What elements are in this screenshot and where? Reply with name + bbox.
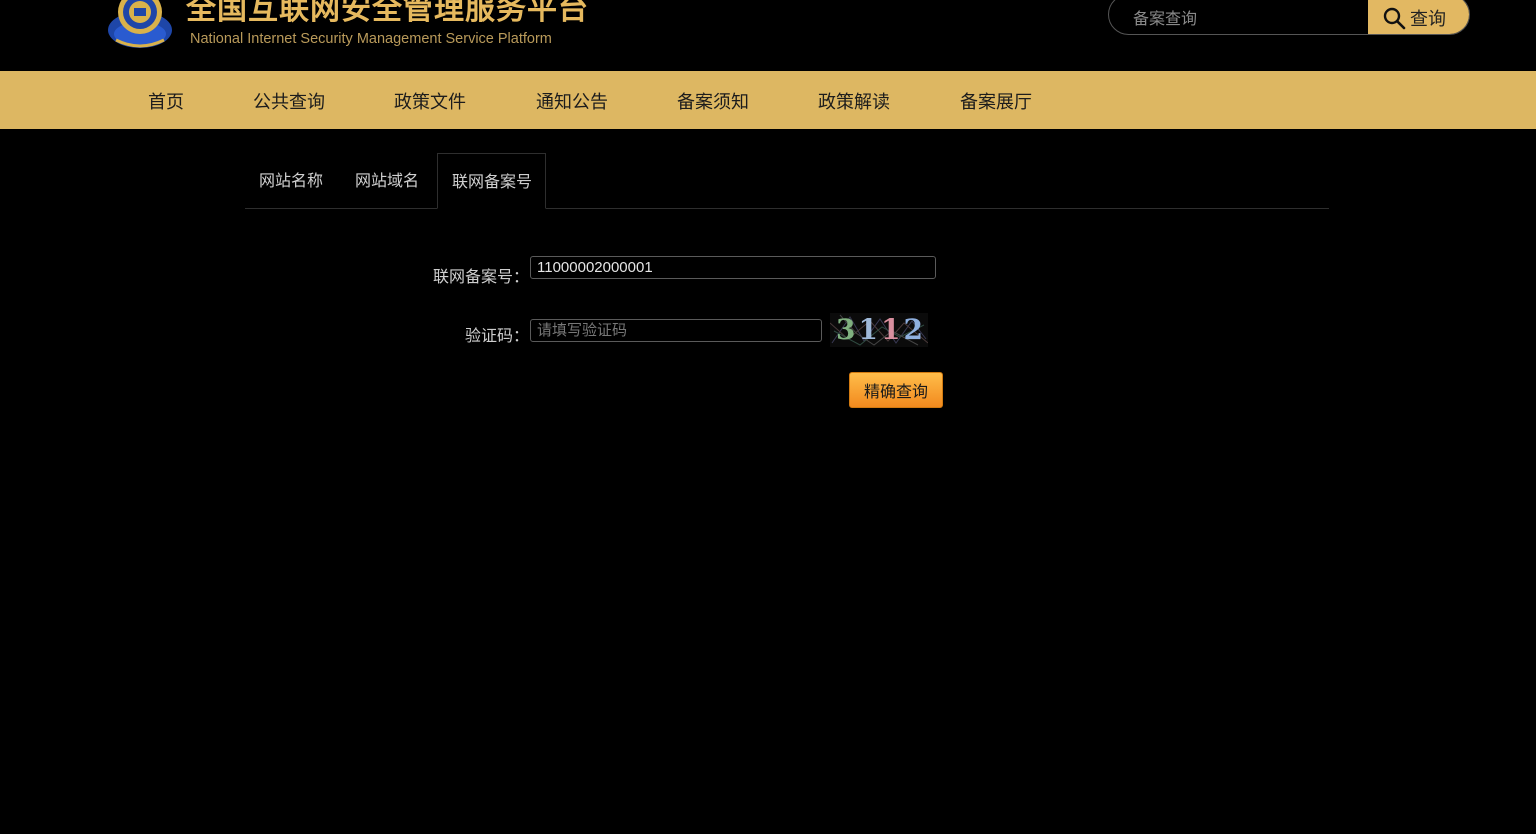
header-search: 查询	[1108, 0, 1470, 35]
nav-item-filing-guide[interactable]: 备案须知	[677, 88, 749, 114]
nav-item-notices[interactable]: 通知公告	[536, 88, 608, 114]
search-icon	[1383, 7, 1406, 30]
record-number-label: 联网备案号：	[433, 267, 530, 286]
tab-site-domain[interactable]: 网站域名	[341, 153, 433, 209]
search-button-label: 查询	[1410, 9, 1446, 30]
nav-item-policy-docs[interactable]: 政策文件	[394, 88, 466, 114]
captcha-image[interactable]: 3112	[830, 313, 928, 347]
record-number-input[interactable]	[530, 256, 936, 279]
nav-item-home[interactable]: 首页	[148, 88, 184, 114]
captcha-input[interactable]	[530, 319, 822, 342]
site-title: 全国互联网安全管理服务平台	[186, 0, 589, 27]
captcha-code: 3112	[836, 313, 926, 346]
query-tabs: 网站名称 网站域名 联网备案号	[245, 153, 1329, 209]
nav-item-public-query[interactable]: 公共查询	[253, 88, 325, 114]
header-search-button[interactable]: 查询	[1368, 0, 1469, 34]
site-subtitle: National Internet Security Management Se…	[190, 31, 552, 47]
site-header: 全国互联网安全管理服务平台 National Internet Security…	[0, 0, 1536, 71]
tab-site-name[interactable]: 网站名称	[245, 153, 337, 209]
header-search-input[interactable]	[1109, 0, 1367, 34]
tab-record-number[interactable]: 联网备案号	[437, 153, 546, 209]
police-emblem-icon[interactable]	[106, 0, 174, 52]
main-nav: 首页 公共查询 政策文件 通知公告 备案须知 政策解读 备案展厅	[0, 71, 1536, 129]
nav-item-filing-hall[interactable]: 备案展厅	[960, 88, 1032, 114]
exact-query-button[interactable]: 精确查询	[849, 372, 943, 408]
captcha-label: 验证码：	[465, 326, 530, 345]
nav-item-policy-interpretation[interactable]: 政策解读	[818, 88, 890, 114]
